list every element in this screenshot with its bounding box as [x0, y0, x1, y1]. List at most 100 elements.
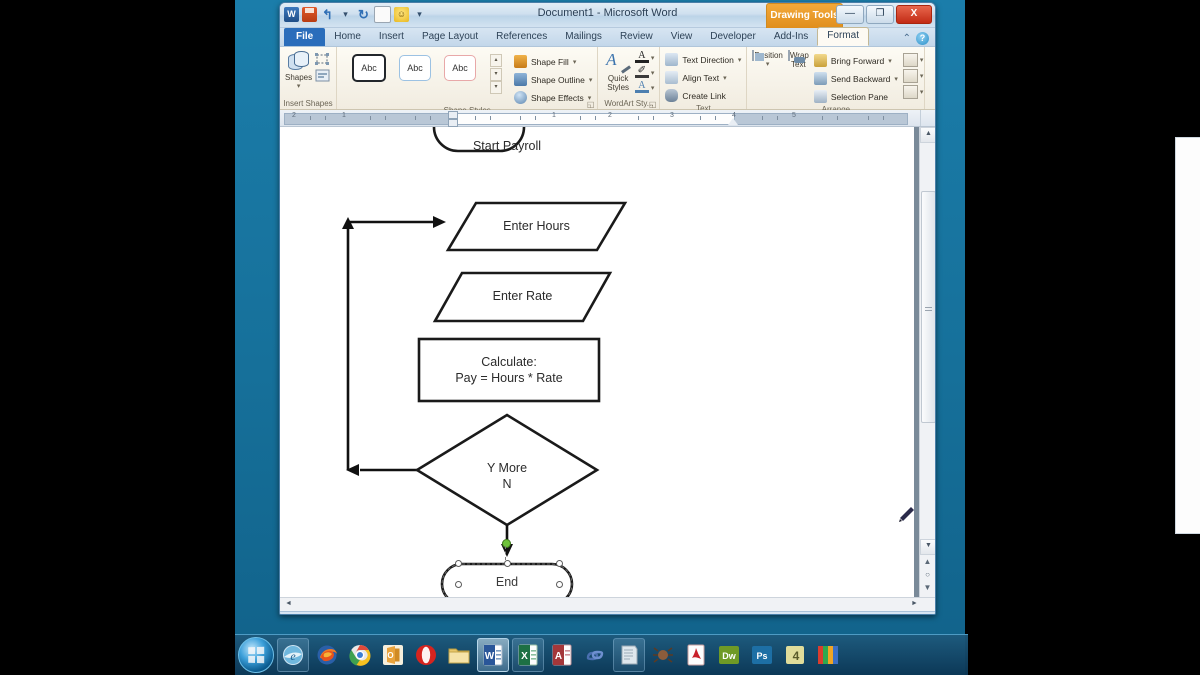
- tab-format[interactable]: Format: [817, 27, 869, 46]
- scroll-left-button[interactable]: ◄: [282, 598, 295, 611]
- group-objects-button[interactable]: ▾: [902, 69, 924, 83]
- taskbar-opera-browser[interactable]: [411, 639, 441, 671]
- gallery-more-icon[interactable]: ▾: [490, 81, 502, 94]
- shape-style-3[interactable]: Abc: [444, 55, 476, 81]
- taskbar-notepad-app[interactable]: [613, 638, 645, 672]
- start-button[interactable]: [238, 637, 274, 673]
- document-area[interactable]: Start Payroll Enter Hours Enter Rate Cal…: [280, 127, 935, 597]
- taskbar-adobe-dreamweaver[interactable]: Dw: [714, 639, 744, 671]
- taskbar-color-app[interactable]: [813, 639, 843, 671]
- taskbar-microsoft-office[interactable]: O: [378, 639, 408, 671]
- taskbar-microsoft-word[interactable]: W: [477, 638, 509, 672]
- taskbar-windows-explorer[interactable]: [444, 639, 474, 671]
- text-direction-dropdown-icon[interactable]: ▾: [738, 56, 742, 64]
- vertical-scrollbar[interactable]: ▲ ▼ ▲ ○ ▼: [919, 127, 935, 597]
- tab-review[interactable]: Review: [611, 29, 662, 46]
- horizontal-ruler[interactable]: 2 1 1 2 3 4 5: [280, 110, 935, 127]
- right-indent-marker[interactable]: [728, 118, 738, 125]
- shape-styles-gallery-scroll[interactable]: ▴ ▾ ▾: [490, 54, 502, 94]
- handle-top-right[interactable]: [556, 560, 563, 567]
- size-dropdown-icon[interactable]: ▾: [930, 64, 935, 73]
- bring-forward-button[interactable]: Bring Forward ▾: [813, 53, 898, 68]
- text-box-icon[interactable]: [314, 68, 331, 83]
- send-backward-button[interactable]: Send Backward ▾: [813, 71, 898, 86]
- tab-insert[interactable]: Insert: [370, 29, 413, 46]
- text-fill-button[interactable]: A ▾: [634, 51, 655, 64]
- text-outline-dropdown-icon[interactable]: ▾: [651, 69, 655, 77]
- tab-developer[interactable]: Developer: [701, 29, 765, 46]
- size-button[interactable]: Size ▾: [930, 55, 935, 73]
- minimize-ribbon-icon[interactable]: ⌃: [903, 33, 911, 44]
- shape-outline-button[interactable]: Shape Outline ▾: [514, 72, 592, 87]
- align-dropdown-icon[interactable]: ▾: [920, 56, 924, 64]
- handle-top-left[interactable]: [455, 560, 462, 567]
- quick-styles-button[interactable]: A Quick Styles: [603, 49, 632, 92]
- wordart-dialog-launcher-icon[interactable]: ◱: [649, 100, 657, 109]
- taskbar-adobe-acrobat[interactable]: [681, 639, 711, 671]
- tab-mailings[interactable]: Mailings: [556, 29, 611, 46]
- select-browse-object-button[interactable]: ○: [920, 568, 935, 581]
- shape-outline-dropdown-icon[interactable]: ▾: [589, 76, 593, 84]
- left-indent-marker[interactable]: [448, 119, 458, 127]
- tab-page-layout[interactable]: Page Layout: [413, 29, 487, 46]
- scroll-down-button[interactable]: ▼: [920, 539, 935, 555]
- tab-references[interactable]: References: [487, 29, 556, 46]
- shape-fill-dropdown-icon[interactable]: ▾: [573, 58, 577, 66]
- rotate-objects-button[interactable]: ▾: [902, 85, 924, 99]
- maximize-button[interactable]: ❐: [866, 5, 894, 24]
- title-bar[interactable]: W ↰ ▾ ↻ ☺ ▾ Document1 - Microsoft Word D…: [280, 3, 935, 28]
- taskbar-notepad-plus[interactable]: 4: [780, 639, 810, 671]
- close-button[interactable]: X: [896, 5, 932, 24]
- bring-forward-dropdown-icon[interactable]: ▾: [888, 57, 892, 65]
- taskbar-mozilla-firefox[interactable]: [312, 639, 342, 671]
- taskbar-spider-app[interactable]: [648, 639, 678, 671]
- minimize-button[interactable]: —: [836, 5, 864, 24]
- position-dropdown-icon[interactable]: ▾: [752, 60, 782, 69]
- shapes-dropdown-icon[interactable]: ▾: [285, 82, 312, 91]
- taskbar-google-chrome[interactable]: [345, 639, 375, 671]
- shape-fill-button[interactable]: Shape Fill ▾: [514, 54, 592, 69]
- shape-styles-dialog-launcher-icon[interactable]: ◱: [587, 100, 595, 109]
- group-dropdown-icon[interactable]: ▾: [920, 72, 924, 80]
- gallery-scroll-down-icon[interactable]: ▾: [490, 67, 502, 81]
- text-fill-dropdown-icon[interactable]: ▾: [651, 54, 655, 62]
- shape-style-2[interactable]: Abc: [399, 55, 431, 81]
- wrap-text-button[interactable]: Wrap Text: [787, 50, 809, 69]
- scroll-right-button[interactable]: ►: [908, 598, 921, 611]
- shape-effects-button[interactable]: Shape Effects ▾: [514, 90, 592, 105]
- tab-file[interactable]: File: [284, 28, 326, 46]
- shapes-button[interactable]: Shapes ▾: [285, 50, 312, 91]
- browse-object-controls[interactable]: ▲ ○ ▼: [920, 555, 935, 597]
- taskbar-swirl-app[interactable]: [580, 639, 610, 671]
- background-window-panel[interactable]: [1175, 137, 1200, 534]
- handle-top-center[interactable]: [504, 560, 511, 567]
- edit-shape-icon[interactable]: [314, 52, 331, 67]
- help-icon[interactable]: ?: [916, 32, 929, 45]
- text-effects-dropdown-icon[interactable]: ▾: [651, 84, 655, 92]
- text-direction-button[interactable]: Text Direction ▾: [665, 52, 741, 67]
- taskbar-microsoft-excel[interactable]: X: [512, 638, 544, 672]
- rotate-dropdown-icon[interactable]: ▾: [920, 88, 924, 96]
- align-text-button[interactable]: Align Text ▾: [665, 70, 741, 85]
- handle-middle-right[interactable]: [556, 581, 563, 588]
- align-text-dropdown-icon[interactable]: ▾: [723, 74, 727, 82]
- vertical-scroll-thumb[interactable]: [921, 191, 935, 423]
- taskbar-microsoft-access[interactable]: A: [547, 639, 577, 671]
- scroll-up-button[interactable]: ▲: [920, 127, 935, 143]
- tab-add-ins[interactable]: Add-Ins: [765, 29, 817, 46]
- taskbar-adobe-photoshop[interactable]: Ps: [747, 639, 777, 671]
- align-objects-button[interactable]: ▾: [902, 53, 924, 67]
- shape-style-1[interactable]: Abc: [352, 54, 386, 82]
- taskbar-internet-explorer[interactable]: e: [277, 638, 309, 672]
- send-backward-dropdown-icon[interactable]: ▾: [894, 75, 898, 83]
- handle-middle-left[interactable]: [455, 581, 462, 588]
- position-button[interactable]: Position ▾: [752, 50, 783, 69]
- previous-page-button[interactable]: ▲: [920, 555, 935, 568]
- first-line-indent-marker[interactable]: [448, 111, 458, 119]
- tab-view[interactable]: View: [662, 29, 702, 46]
- horizontal-scrollbar[interactable]: ◄ ►: [280, 597, 935, 611]
- document-page[interactable]: Start Payroll Enter Hours Enter Rate Cal…: [280, 127, 914, 597]
- ruler-toggle-corner[interactable]: [920, 110, 935, 126]
- selection-pane-button[interactable]: Selection Pane: [813, 89, 898, 104]
- create-link-button[interactable]: Create Link: [665, 88, 741, 103]
